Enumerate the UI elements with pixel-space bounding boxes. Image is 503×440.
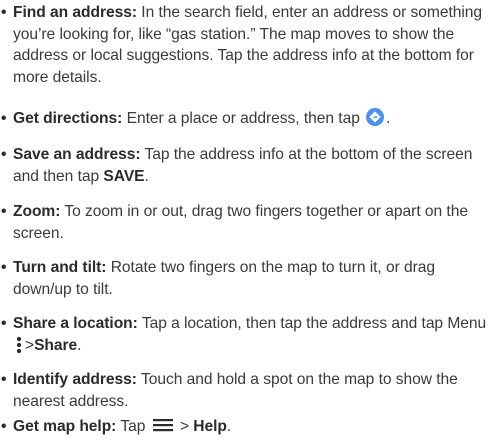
bullet: • (1, 371, 7, 388)
bullet: • (1, 259, 7, 276)
bullet: • (1, 146, 7, 163)
list-item-save-address: • Save an address: Tap the address info … (0, 144, 503, 187)
item-text: Enter a place or address, then tap (126, 110, 360, 127)
item-term: Find an address: (13, 4, 137, 21)
item-text-end: . (386, 110, 391, 127)
item-term: Turn and tilt: (13, 259, 107, 276)
item-term: Zoom: (13, 203, 61, 220)
item-text-end: . (77, 336, 82, 354)
list-item-share-location: • Share a location: Tap a location, then… (0, 313, 503, 356)
bullet: • (1, 203, 7, 220)
item-text: Tap (120, 418, 146, 435)
list-item-get-directions: • Get directions: Enter a place or addre… (0, 108, 503, 130)
share-label: Share (34, 336, 78, 354)
item-term: Save an address: (13, 146, 141, 163)
help-document: • Find an address: In the search field, … (0, 0, 503, 440)
item-term: Get map help: (13, 418, 117, 435)
help-label: Help (193, 418, 227, 435)
item-term: Get directions: (13, 110, 123, 127)
bullet: • (1, 315, 7, 332)
bullet: • (1, 110, 7, 127)
separator: > (179, 418, 189, 435)
item-text: Tap a location, then tap the address and… (141, 315, 487, 332)
list-item-identify-address: • Identify address: Touch and hold a spo… (0, 369, 503, 412)
more-vertical-icon (15, 336, 23, 354)
save-label: SAVE (103, 167, 145, 185)
item-term: Identify address: (13, 371, 137, 388)
bullet: • (1, 418, 7, 435)
list-item-find-address: • Find an address: In the search field, … (0, 2, 503, 88)
item-text-end: . (144, 167, 149, 185)
list-item-zoom: • Zoom: To zoom in or out, drag two fing… (0, 201, 503, 244)
list-item-turn-tilt: • Turn and tilt: Rotate two fingers on t… (0, 257, 503, 300)
bullet: • (1, 4, 7, 21)
hamburger-menu-icon (152, 417, 173, 432)
separator: > (25, 336, 35, 354)
list-item-map-help: • Get map help: Tap > Help. (0, 416, 503, 438)
item-term: Share a location: (13, 315, 138, 332)
item-text: To zoom in or out, drag two fingers toge… (13, 203, 468, 242)
item-text-end: . (226, 418, 232, 435)
directions-diamond-icon (366, 108, 385, 126)
